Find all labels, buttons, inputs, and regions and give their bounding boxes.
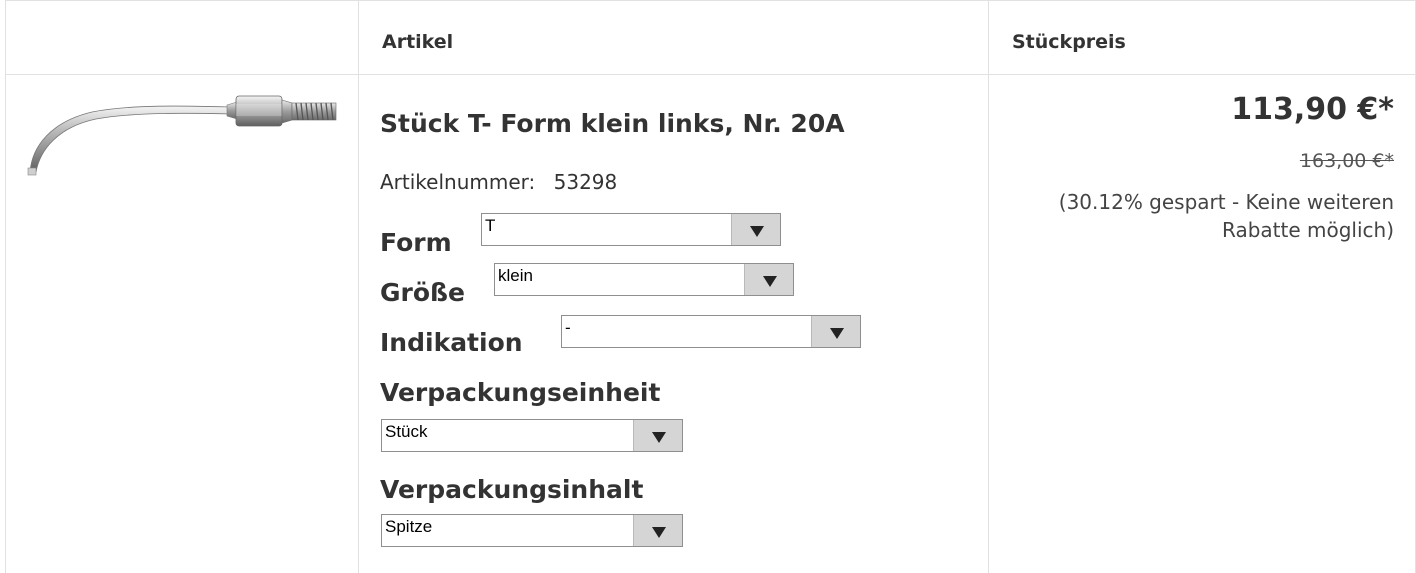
indication-select-value: - [565, 318, 571, 337]
article-number: Artikelnummer: 53298 [380, 170, 617, 194]
column-header-article: Artikel [382, 31, 454, 53]
form-select-value: T [485, 216, 496, 235]
article-number-value: 53298 [553, 170, 618, 194]
packaging-content-select[interactable]: Spitze [381, 514, 683, 547]
indication-select[interactable]: - [561, 315, 861, 348]
triangle-down-icon [633, 515, 682, 546]
packaging-content-select-value: Spitze [385, 517, 433, 536]
article-number-label: Artikelnummer: [380, 170, 536, 194]
option-label-form: Form [380, 228, 452, 257]
size-select-value: klein [498, 266, 533, 285]
triangle-down-icon [811, 316, 860, 347]
size-select[interactable]: klein [494, 263, 794, 296]
option-label-size: Größe [380, 278, 465, 307]
column-divider [358, 0, 359, 573]
form-select[interactable]: T [481, 213, 781, 246]
triangle-down-icon [731, 214, 780, 245]
old-price: 163,00 €* [1299, 150, 1394, 172]
packaging-unit-select-value: Stück [385, 422, 428, 441]
column-divider [988, 0, 989, 573]
option-label-indication: Indikation [380, 328, 523, 357]
option-label-packaging-content: Verpackungsinhalt [380, 475, 644, 504]
option-label-packaging-unit: Verpackungseinheit [380, 378, 661, 407]
product-title[interactable]: Stück T- Form klein links, Nr. 20A [380, 109, 845, 138]
saving-note: (30.12% gespart - Keine weiteren Rabatte… [1058, 190, 1394, 242]
column-header-unit-price: Stückpreis [1012, 31, 1126, 53]
unit-price: 113,90 €* [1231, 92, 1394, 127]
triangle-down-icon [744, 264, 793, 295]
triangle-down-icon [633, 420, 682, 451]
packaging-unit-select[interactable]: Stück [381, 419, 683, 452]
product-image[interactable] [22, 92, 342, 187]
table-left-border [5, 0, 6, 573]
table-header-border [5, 74, 1416, 75]
table-top-border [5, 0, 1416, 1]
